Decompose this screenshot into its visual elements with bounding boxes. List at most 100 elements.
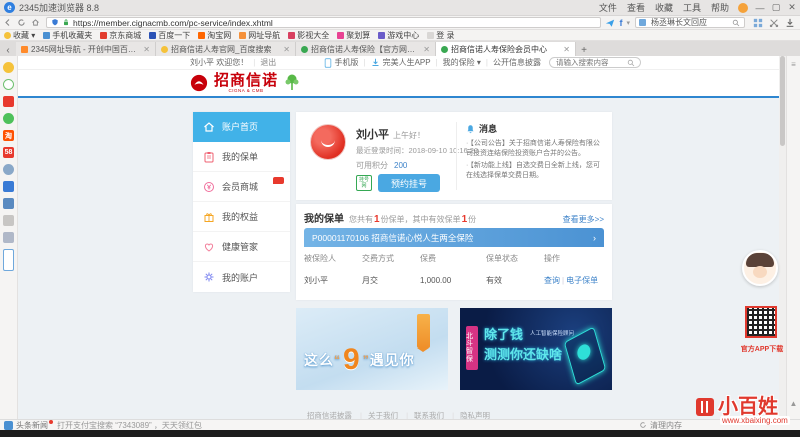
points-value[interactable]: 200	[394, 161, 407, 170]
address-bar: https://member.cignacmb.com/pc-service/i…	[0, 16, 800, 30]
video-icon[interactable]	[3, 181, 14, 192]
chevron-down-icon[interactable]: ▾	[626, 19, 630, 27]
new-tab-button[interactable]: +	[576, 45, 592, 56]
share-icon[interactable]	[605, 18, 615, 28]
search-icon[interactable]	[627, 59, 635, 67]
taobao-icon[interactable]: 淘	[3, 130, 14, 141]
bell-icon	[466, 124, 475, 134]
bookmark-item[interactable]: 网址导航	[235, 30, 284, 41]
query-link[interactable]: 查询	[544, 276, 560, 285]
menu-tools[interactable]: 工具	[678, 1, 706, 14]
bookmark-item[interactable]: 淘宝网	[194, 30, 235, 41]
browser-search-box[interactable]	[635, 17, 745, 28]
site-search-input[interactable]	[554, 57, 624, 68]
toutiao-news-link[interactable]: 头条新闻	[16, 420, 48, 431]
logout-link[interactable]: 退出	[260, 57, 276, 68]
sidebar-item-health[interactable]: 健康管家	[193, 232, 290, 262]
appointment-button[interactable]: 预约挂号	[378, 174, 440, 192]
policy-bar[interactable]: P00001170106 招商信诺心悦人生两全保险 ›	[304, 228, 604, 247]
favorites-star-icon[interactable]	[3, 62, 14, 73]
scrollbar-thumb[interactable]	[780, 56, 785, 146]
tab-favicon-icon	[21, 46, 28, 53]
insured-name: 刘小平	[304, 275, 362, 286]
view-more-link[interactable]: 查看更多>>	[563, 214, 604, 225]
apps-grid-icon[interactable]	[753, 18, 763, 28]
bookmark-item[interactable]: 手机收藏夹	[39, 30, 96, 41]
sidebar-item-account[interactable]: 我的账户	[193, 262, 290, 292]
site-search-box[interactable]	[549, 57, 641, 68]
e-policy-link[interactable]: 电子保单	[566, 276, 598, 285]
history-clock-icon[interactable]	[3, 79, 14, 90]
tab-2345-nav[interactable]: 2345网址导航 - 开创中国百年…✕	[16, 42, 156, 56]
menu-file[interactable]: 文件	[594, 1, 622, 14]
back-icon[interactable]	[0, 18, 14, 27]
refresh-icon[interactable]	[14, 18, 28, 27]
favorites-f-icon[interactable]: f	[615, 18, 626, 28]
download-icon[interactable]	[785, 18, 795, 28]
maximize-button[interactable]: ▢	[768, 2, 784, 13]
sidebar-item-mall[interactable]: 会员商城	[193, 172, 290, 202]
watermark-name: 小百姓	[718, 390, 778, 419]
promo-vertical-icon[interactable]	[3, 249, 14, 271]
tab-baidu-search[interactable]: 招商信诺人寿官网_百度搜索✕	[156, 42, 296, 56]
wechat-icon[interactable]	[3, 113, 14, 124]
reader-icon[interactable]	[3, 232, 14, 243]
close-button[interactable]: ✕	[784, 2, 800, 13]
tab-member-center[interactable]: 招商信诺人寿保险会员中心✕	[436, 42, 576, 56]
bookmark-item[interactable]: 游戏中心	[374, 30, 423, 41]
message-panel: 消息 【公司公告】关于招商信诺人寿保险有限公司投资连结保险投资账户合并的公告。 …	[466, 122, 604, 184]
banner-ai-advisor[interactable]: 北斗智保 除了钱 人工智能保险顾问 测测你还缺啥	[460, 308, 612, 390]
menu-view[interactable]: 查看	[622, 1, 650, 14]
message-item[interactable]: 【公司公告】关于招商信诺人寿保险有限公司投资连结保险投资账户合并的公告。	[466, 139, 604, 159]
sidebar-item-benefits[interactable]: 我的权益	[193, 202, 290, 232]
sidebar-item-policies[interactable]: 我的保单	[193, 142, 290, 172]
note-icon[interactable]	[3, 215, 14, 226]
clean-memory-button[interactable]: 清理内存	[639, 420, 682, 431]
bookmark-item[interactable]: 聚划算	[333, 30, 374, 41]
user-panel-icon[interactable]	[3, 198, 14, 209]
lock-icon	[62, 18, 70, 27]
menu-favorites[interactable]: 收藏	[650, 1, 678, 14]
banner1-text: 这么 “ 9 ” 遇见你	[304, 348, 415, 372]
gear-icon	[203, 271, 215, 283]
toutiao-icon[interactable]	[3, 96, 14, 107]
bookmarks-menu[interactable]: 收藏 ▾	[0, 30, 39, 41]
tab-close-icon[interactable]: ✕	[283, 45, 290, 54]
my-insurance-menu[interactable]: 我的保险 ▾	[443, 57, 481, 68]
bookmark-item[interactable]: 登 录	[423, 30, 458, 41]
58-icon[interactable]: 58	[3, 147, 14, 158]
mobile-version-link[interactable]: 手机版	[335, 57, 359, 68]
bookmark-item[interactable]: 百度一下	[145, 30, 194, 41]
minimize-button[interactable]: —	[752, 3, 768, 13]
reward-icon[interactable]	[738, 3, 748, 13]
tab-cigna-official[interactable]: 招商信诺人寿保险【官方网站…✕	[296, 42, 436, 56]
site-logo[interactable]: 招商信诺 CIGNA & CMB	[214, 73, 278, 93]
site-user-bar: 刘小平 欢迎您！ 退出 手机版 完美人生APP 我的保险 ▾ 公开信息披露	[18, 56, 779, 70]
banner2-title1: 除了钱	[484, 324, 523, 343]
scissors-icon[interactable]	[769, 18, 779, 28]
bookmark-item[interactable]: 京东商城	[96, 30, 145, 41]
home-icon[interactable]	[28, 18, 42, 27]
perfect-life-app-link[interactable]: 完美人生APP	[383, 57, 431, 68]
valid-policy-count: 1	[462, 214, 468, 225]
video-favicon-icon	[288, 32, 295, 39]
windows-taskbar[interactable]	[0, 430, 800, 437]
bookmark-item[interactable]: 影视大全	[284, 30, 333, 41]
disclosure-link[interactable]: 公开信息披露	[493, 57, 541, 68]
mobile-phone-icon	[324, 58, 332, 68]
browser-search-input[interactable]	[649, 17, 729, 28]
game-icon[interactable]	[3, 164, 14, 175]
search-icon[interactable]	[732, 19, 740, 27]
banner-meet-you[interactable]: 这么 “ 9 ” 遇见你	[296, 308, 448, 390]
menu-help[interactable]: 帮助	[706, 1, 734, 14]
tab-close-icon[interactable]: ✕	[563, 45, 570, 54]
welcome-text: 刘小平 欢迎您！	[190, 57, 248, 68]
tab-close-icon[interactable]: ✕	[423, 45, 430, 54]
sidebar-item-home[interactable]: 账户首页	[193, 112, 290, 142]
user-avatar[interactable]	[310, 124, 346, 160]
message-item[interactable]: 【新功能上线】自选交费日全新上线，您可在线选择保单交费日期。	[466, 161, 604, 181]
tab-scroll-left-icon[interactable]: ‹	[0, 45, 16, 56]
url-field[interactable]: https://member.cignacmb.com/pc-service/i…	[46, 17, 601, 28]
panel-collapse-icon[interactable]: ≡	[787, 60, 800, 69]
tab-close-icon[interactable]: ✕	[143, 45, 150, 54]
